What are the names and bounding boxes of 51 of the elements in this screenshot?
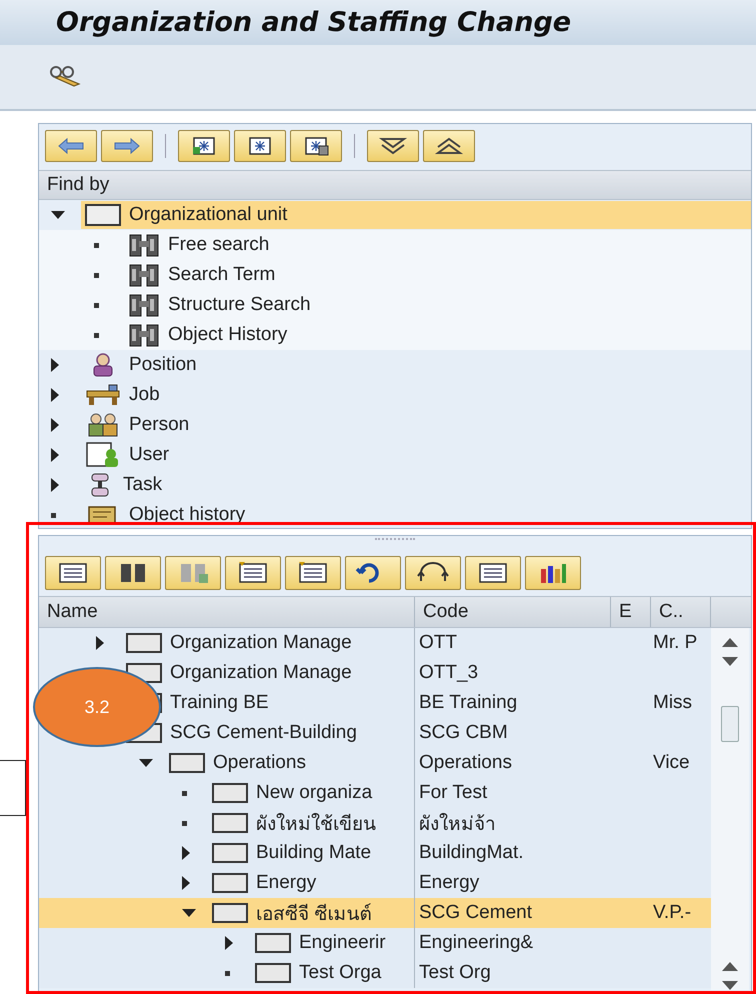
name-cell: SCG Cement-Building (170, 722, 357, 744)
tree-row[interactable]: Engineerir Engineering& (39, 928, 711, 958)
code-cell: For Test (419, 782, 488, 804)
tree-row[interactable]: Operations Operations Vice (39, 748, 711, 778)
tree-row[interactable]: Organization Manage OTT_3 (39, 658, 711, 688)
code-cell: Operations (419, 752, 512, 774)
tree-item[interactable]: Job (81, 381, 751, 409)
name-cell: Engineerir (299, 932, 386, 954)
tree-row[interactable]: ผังใหม่ใช้เขียน ผังใหม่จ้า (39, 808, 711, 838)
column-header[interactable]: Name (39, 597, 415, 627)
name-cell: Energy (256, 872, 316, 894)
name-cell: Organization Manage (170, 632, 352, 654)
code-cell: Energy (419, 872, 480, 894)
tree-item[interactable]: Object history (81, 501, 751, 528)
table-cell: Mr. P (653, 632, 698, 654)
code-cell: OTT_3 (419, 662, 478, 684)
column-header[interactable]: C.. (651, 597, 711, 627)
tree-item[interactable]: Position (81, 351, 751, 379)
table-cell: Miss (653, 692, 692, 714)
tree-row[interactable]: เอสซีจี ซีเมนต์ SCG Cement V.P.- (39, 898, 711, 928)
tree-item[interactable]: Person (81, 411, 751, 439)
code-cell: BE Training (419, 692, 518, 714)
name-cell: Test Orga (299, 962, 382, 984)
table-cell: V.P.- (653, 902, 692, 924)
tree-item[interactable]: Task (81, 471, 751, 499)
code-cell: SCG Cement (419, 902, 532, 924)
tree-row[interactable]: Organization Manage OTT Mr. P (39, 628, 711, 658)
name-cell: Organization Manage (170, 662, 352, 684)
name-cell-text: เอสซีจี ซีเมนต์ (256, 902, 372, 927)
tree-row[interactable]: New organiza For Test (39, 778, 711, 808)
name-cell: New organiza (256, 782, 372, 804)
name-cell: Training BE (170, 692, 269, 714)
name-cell-text: ผังใหม่ใช้เขียน (256, 812, 376, 837)
tree-row[interactable]: Energy Energy (39, 868, 711, 898)
code-cell: SCG CBM (419, 722, 508, 744)
tree-item[interactable]: Organizational unit (81, 201, 751, 229)
code-cell: BuildingMat. (419, 842, 524, 864)
code-cell: OTT (419, 632, 457, 654)
code-cell: Engineering& (419, 932, 534, 954)
tree-row[interactable]: Test Orga Test Org (39, 958, 711, 988)
name-cell: Operations (213, 752, 306, 774)
name-cell: Building Mate (256, 842, 372, 864)
column-header: Find by (39, 170, 751, 200)
tree-row[interactable]: Building Mate BuildingMat. (39, 838, 711, 868)
window-title: Organization and Staffing Change (56, 7, 572, 38)
column-header[interactable]: E (611, 597, 651, 627)
code-cell-text: ผังใหม่จ้า (419, 812, 496, 837)
tree-item[interactable]: User (81, 441, 751, 469)
code-cell: Test Org (419, 962, 491, 984)
column-header[interactable]: Code (415, 597, 611, 627)
table-cell: Vice (653, 752, 690, 774)
